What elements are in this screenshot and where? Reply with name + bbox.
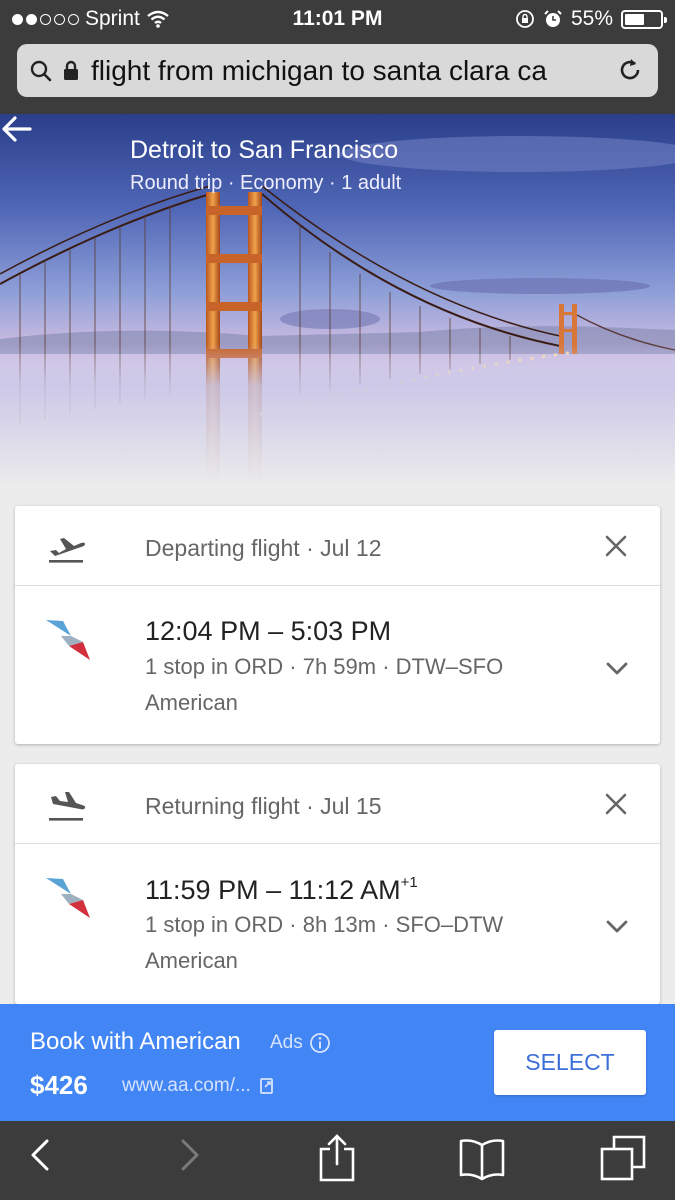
- departing-flight-label: Departing flight · Jul 12: [145, 535, 382, 561]
- returning-flight-header: Returning flight · Jul 15: [15, 764, 660, 844]
- address-query: flight from michigan to santa clara ca: [91, 54, 547, 86]
- ad-url-text: www.aa.com/...: [122, 1075, 251, 1096]
- bookmarks-icon[interactable]: [458, 1137, 506, 1181]
- airline-name: American: [145, 948, 238, 973]
- browser-toolbar: [0, 1121, 675, 1200]
- departing-flight-header: Departing flight · Jul 12: [15, 506, 660, 586]
- ad-url[interactable]: www.aa.com/...: [122, 1075, 275, 1097]
- returning-flight-label: Returning flight · Jul 15: [145, 793, 382, 819]
- close-icon[interactable]: [604, 792, 628, 816]
- airline-name: American: [145, 690, 238, 715]
- status-bar: Sprint 11:01 PM 55%: [0, 0, 675, 38]
- external-link-icon: [259, 1078, 273, 1094]
- alarm-icon: [544, 10, 562, 27]
- flight-times: 12:04 PM – 5:03 PM: [145, 616, 392, 646]
- returning-flight-card: Returning flight · Jul 15 11:59 PM – 11:…: [15, 764, 660, 1004]
- forward-icon[interactable]: [178, 1135, 202, 1175]
- takeoff-icon: [49, 538, 85, 563]
- search-icon: [30, 60, 52, 81]
- close-icon[interactable]: [604, 534, 628, 558]
- golden-gate-bridge-image: [0, 136, 675, 486]
- flight-details: 1 stop in ORD · 7h 59m · DTW–SFO: [145, 654, 504, 679]
- address-bar[interactable]: flight from michigan to santa clara ca: [17, 44, 658, 97]
- battery-percent: 55%: [570, 7, 613, 30]
- tabs-icon[interactable]: [600, 1135, 648, 1183]
- ad-price: $426: [30, 1070, 88, 1100]
- flight-times: 11:59 PM – 11:12 AM+1: [145, 874, 418, 906]
- ad-title[interactable]: Book with American: [30, 1028, 241, 1056]
- browser-chrome: Sprint 11:01 PM 55% flight from michigan…: [0, 0, 675, 114]
- day-offset: +1: [400, 874, 418, 891]
- lock-icon: [64, 60, 78, 80]
- returning-flight-option[interactable]: 11:59 PM – 11:12 AM+1 1 stop in ORD · 8h…: [15, 844, 660, 1002]
- chevron-down-icon[interactable]: [606, 662, 628, 676]
- ads-label[interactable]: Ads: [270, 1032, 331, 1054]
- status-right: 55%: [515, 7, 667, 31]
- american-airlines-logo-icon: [46, 878, 90, 918]
- departing-flight-option[interactable]: 12:04 PM – 5:03 PM 1 stop in ORD · 7h 59…: [15, 586, 660, 744]
- destination-hero: Detroit to San Francisco Round trip · Ec…: [0, 114, 675, 486]
- booking-ad-banner: Book with American Ads $426 www.aa.com/.…: [0, 1004, 675, 1121]
- info-icon: [309, 1033, 330, 1053]
- route-title: Detroit to San Francisco: [130, 136, 399, 164]
- back-arrow-icon[interactable]: [0, 114, 34, 144]
- reload-icon[interactable]: [616, 56, 644, 84]
- share-icon[interactable]: [318, 1133, 356, 1183]
- chevron-down-icon[interactable]: [606, 920, 628, 934]
- select-button[interactable]: SELECT: [494, 1030, 646, 1095]
- landing-icon: [49, 792, 86, 821]
- back-icon[interactable]: [28, 1135, 52, 1175]
- flight-details: 1 stop in ORD · 8h 13m · SFO–DTW: [145, 912, 504, 937]
- battery-icon: [621, 9, 667, 29]
- trip-options: Round trip · Economy · 1 adult: [130, 172, 402, 194]
- ads-tag-text: Ads: [270, 1032, 303, 1053]
- american-airlines-logo-icon: [46, 620, 90, 660]
- orientation-lock-icon: [516, 10, 534, 28]
- flight-times-text: 11:59 PM – 11:12 AM: [145, 875, 401, 905]
- departing-flight-card: Departing flight · Jul 12 12:04 PM – 5:0…: [15, 506, 660, 744]
